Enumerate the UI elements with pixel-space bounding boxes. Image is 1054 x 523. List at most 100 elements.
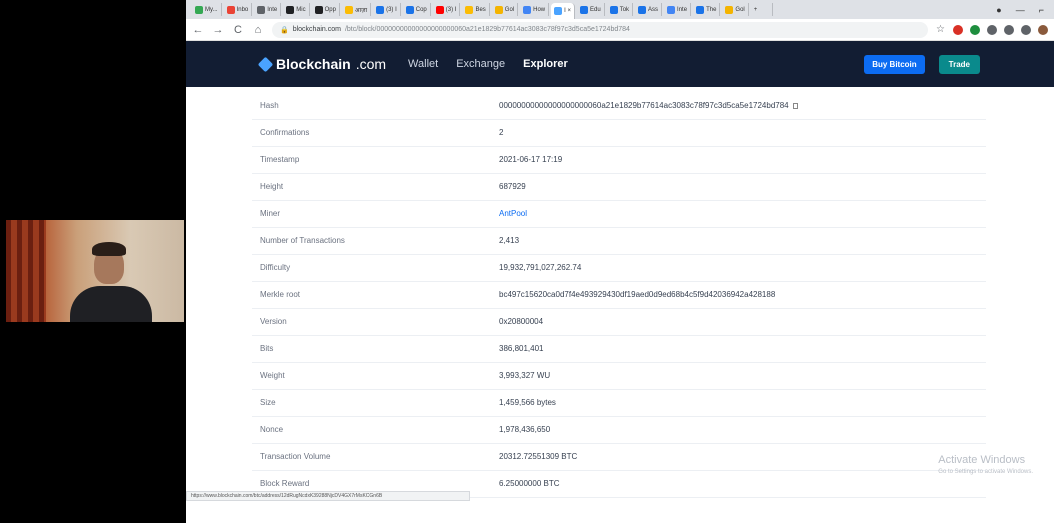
browser-tab[interactable]: Bes	[462, 3, 490, 16]
detail-row: Nonce 1,978,436,650	[252, 416, 986, 444]
tab-favicon-icon	[523, 5, 532, 14]
browser-tab[interactable]: Inbo	[224, 3, 253, 16]
detail-label: Weight	[252, 362, 499, 390]
bookmark-star-icon[interactable]: ☆	[936, 24, 945, 35]
detail-label: Difficulty	[252, 254, 499, 282]
browser-tab[interactable]: (3) I	[433, 3, 461, 16]
buy-bitcoin-button[interactable]: Buy Bitcoin	[864, 54, 925, 74]
block-details-page: Hash 00000000000000000000060a21e1829b7761…	[186, 87, 1054, 501]
back-button[interactable]: ←	[192, 24, 204, 36]
browser-tab[interactable]: My...	[192, 3, 222, 16]
extensions-area	[953, 24, 1048, 35]
detail-row: Version 0x20800004	[252, 308, 986, 336]
reading-list-icon[interactable]	[1021, 24, 1031, 35]
detail-label: Timestamp	[252, 146, 499, 174]
detail-label: Number of Transactions	[252, 227, 499, 255]
detail-label: Size	[252, 389, 499, 417]
browser-window: My... Inbo Inte Mic Opp आज़ा (3) I Cop (3) I Bes G…	[186, 0, 1054, 523]
detail-value-cell: 6.25000000 BTC	[499, 470, 986, 498]
tab-favicon-icon	[257, 5, 266, 14]
webcam-background	[6, 220, 46, 322]
puzzle-icon[interactable]	[1004, 24, 1014, 35]
new-tab-button[interactable]: +	[751, 3, 773, 16]
browser-tab[interactable]: आज़ा	[342, 3, 372, 16]
tab-favicon-icon	[696, 5, 705, 14]
miner-link[interactable]: AntPool	[499, 209, 527, 218]
watermark-title: Activate Windows	[938, 454, 1026, 466]
tab-label: Bes	[475, 6, 486, 13]
detail-row: Confirmations 2	[252, 119, 986, 147]
reload-button[interactable]: C	[232, 24, 244, 36]
tab-favicon-icon	[580, 5, 588, 14]
browser-tab[interactable]: Ass	[635, 3, 663, 16]
header-actions: Buy Bitcoin Trade	[864, 54, 980, 74]
tab-favicon-icon	[465, 5, 474, 14]
browser-tab[interactable]: (3) I	[373, 3, 401, 16]
tab-favicon-icon	[667, 5, 676, 14]
trade-button[interactable]: Trade	[938, 54, 980, 74]
minimize-button[interactable]: —	[1016, 5, 1025, 15]
detail-value-cell: 20312.72551309 BTC	[499, 443, 986, 471]
detail-value: 6.25000000 BTC	[499, 479, 560, 488]
tab-label: Inte	[267, 6, 278, 13]
nav-wallet[interactable]: Wallet	[408, 58, 438, 70]
detail-row: Bits 386,801,401	[252, 335, 986, 363]
detail-label: Miner	[252, 200, 499, 228]
detail-row: Miner AntPool	[252, 200, 986, 228]
tab-favicon-icon	[638, 5, 647, 14]
extension-icon[interactable]	[970, 24, 980, 35]
nav-exchange[interactable]: Exchange	[456, 58, 505, 70]
detail-label: Nonce	[252, 416, 499, 444]
tab-favicon-icon	[494, 5, 503, 14]
nav-explorer[interactable]: Explorer	[523, 58, 568, 70]
restore-button[interactable]: ⌐	[1039, 5, 1044, 15]
tab-label: (3) I	[445, 6, 457, 13]
detail-value-cell: 3,993,327 WU	[499, 362, 986, 390]
logo-text: Blockchain	[276, 56, 351, 72]
detail-label: Hash	[252, 92, 499, 120]
detail-value-cell: 19,932,791,027,262.74	[499, 254, 986, 282]
tab-favicon-icon	[376, 5, 385, 14]
browser-tab[interactable]: Inte	[664, 3, 692, 16]
blockchain-logo-icon	[257, 56, 274, 72]
browser-tab[interactable]: Gol	[722, 3, 749, 16]
home-button[interactable]: ⌂	[252, 24, 264, 36]
detail-label: Confirmations	[252, 119, 499, 147]
extension-icon[interactable]	[953, 24, 963, 35]
browser-tab[interactable]: Inte	[254, 3, 282, 16]
detail-value: 687929	[499, 182, 526, 191]
browser-tab[interactable]: The	[693, 3, 721, 16]
browser-tab[interactable]: Tok	[607, 3, 634, 16]
detail-value: 3,993,327 WU	[499, 371, 551, 380]
logo-suffix: .com	[355, 56, 387, 72]
url-input[interactable]: 🔒 blockchain.com/btc/block/0000000000000…	[272, 21, 929, 38]
extension-icon[interactable]	[987, 24, 997, 35]
browser-tab[interactable]: I ×	[551, 3, 575, 19]
detail-value-cell: 386,801,401	[499, 335, 986, 363]
browser-tab[interactable]: Opp	[312, 3, 340, 16]
avatar[interactable]	[1038, 24, 1048, 35]
detail-value: 2	[499, 128, 504, 137]
tab-label: How	[533, 6, 546, 13]
watermark-subtitle: Go to Settings to activate Windows.	[938, 469, 1033, 475]
browser-tab[interactable]: Gol	[492, 3, 519, 16]
detail-value-cell: bc497c15620ca0d7f4e493929430df19aed0d9ed…	[499, 281, 986, 309]
detail-value-cell: AntPool	[499, 200, 986, 228]
url-host: blockchain.com	[292, 26, 341, 33]
tab-label: Tok	[619, 6, 630, 13]
profile-icon[interactable]: ●	[996, 5, 1001, 15]
blockchain-logo[interactable]: Blockchain .com	[257, 56, 387, 72]
browser-tab[interactable]: Mic	[283, 3, 310, 16]
detail-row: Timestamp 2021-06-17 17:19	[252, 146, 986, 174]
detail-label: Height	[252, 173, 499, 201]
browser-tab[interactable]: How	[520, 3, 550, 16]
copy-icon[interactable]	[792, 102, 798, 109]
block-details-table: Hash 00000000000000000000060a21e1829b7761…	[252, 92, 986, 501]
detail-label: Transaction Volume	[252, 443, 499, 471]
detail-value-cell: 1,459,566 bytes	[499, 389, 986, 417]
tab-label: Cop	[415, 6, 427, 13]
browser-tab[interactable]: Cop	[403, 3, 431, 16]
tab-strip: My... Inbo Inte Mic Opp आज़ा (3) I Cop (3) I Bes G…	[186, 0, 1054, 19]
browser-tab[interactable]: Edu	[577, 3, 605, 16]
forward-button[interactable]: →	[212, 24, 224, 36]
